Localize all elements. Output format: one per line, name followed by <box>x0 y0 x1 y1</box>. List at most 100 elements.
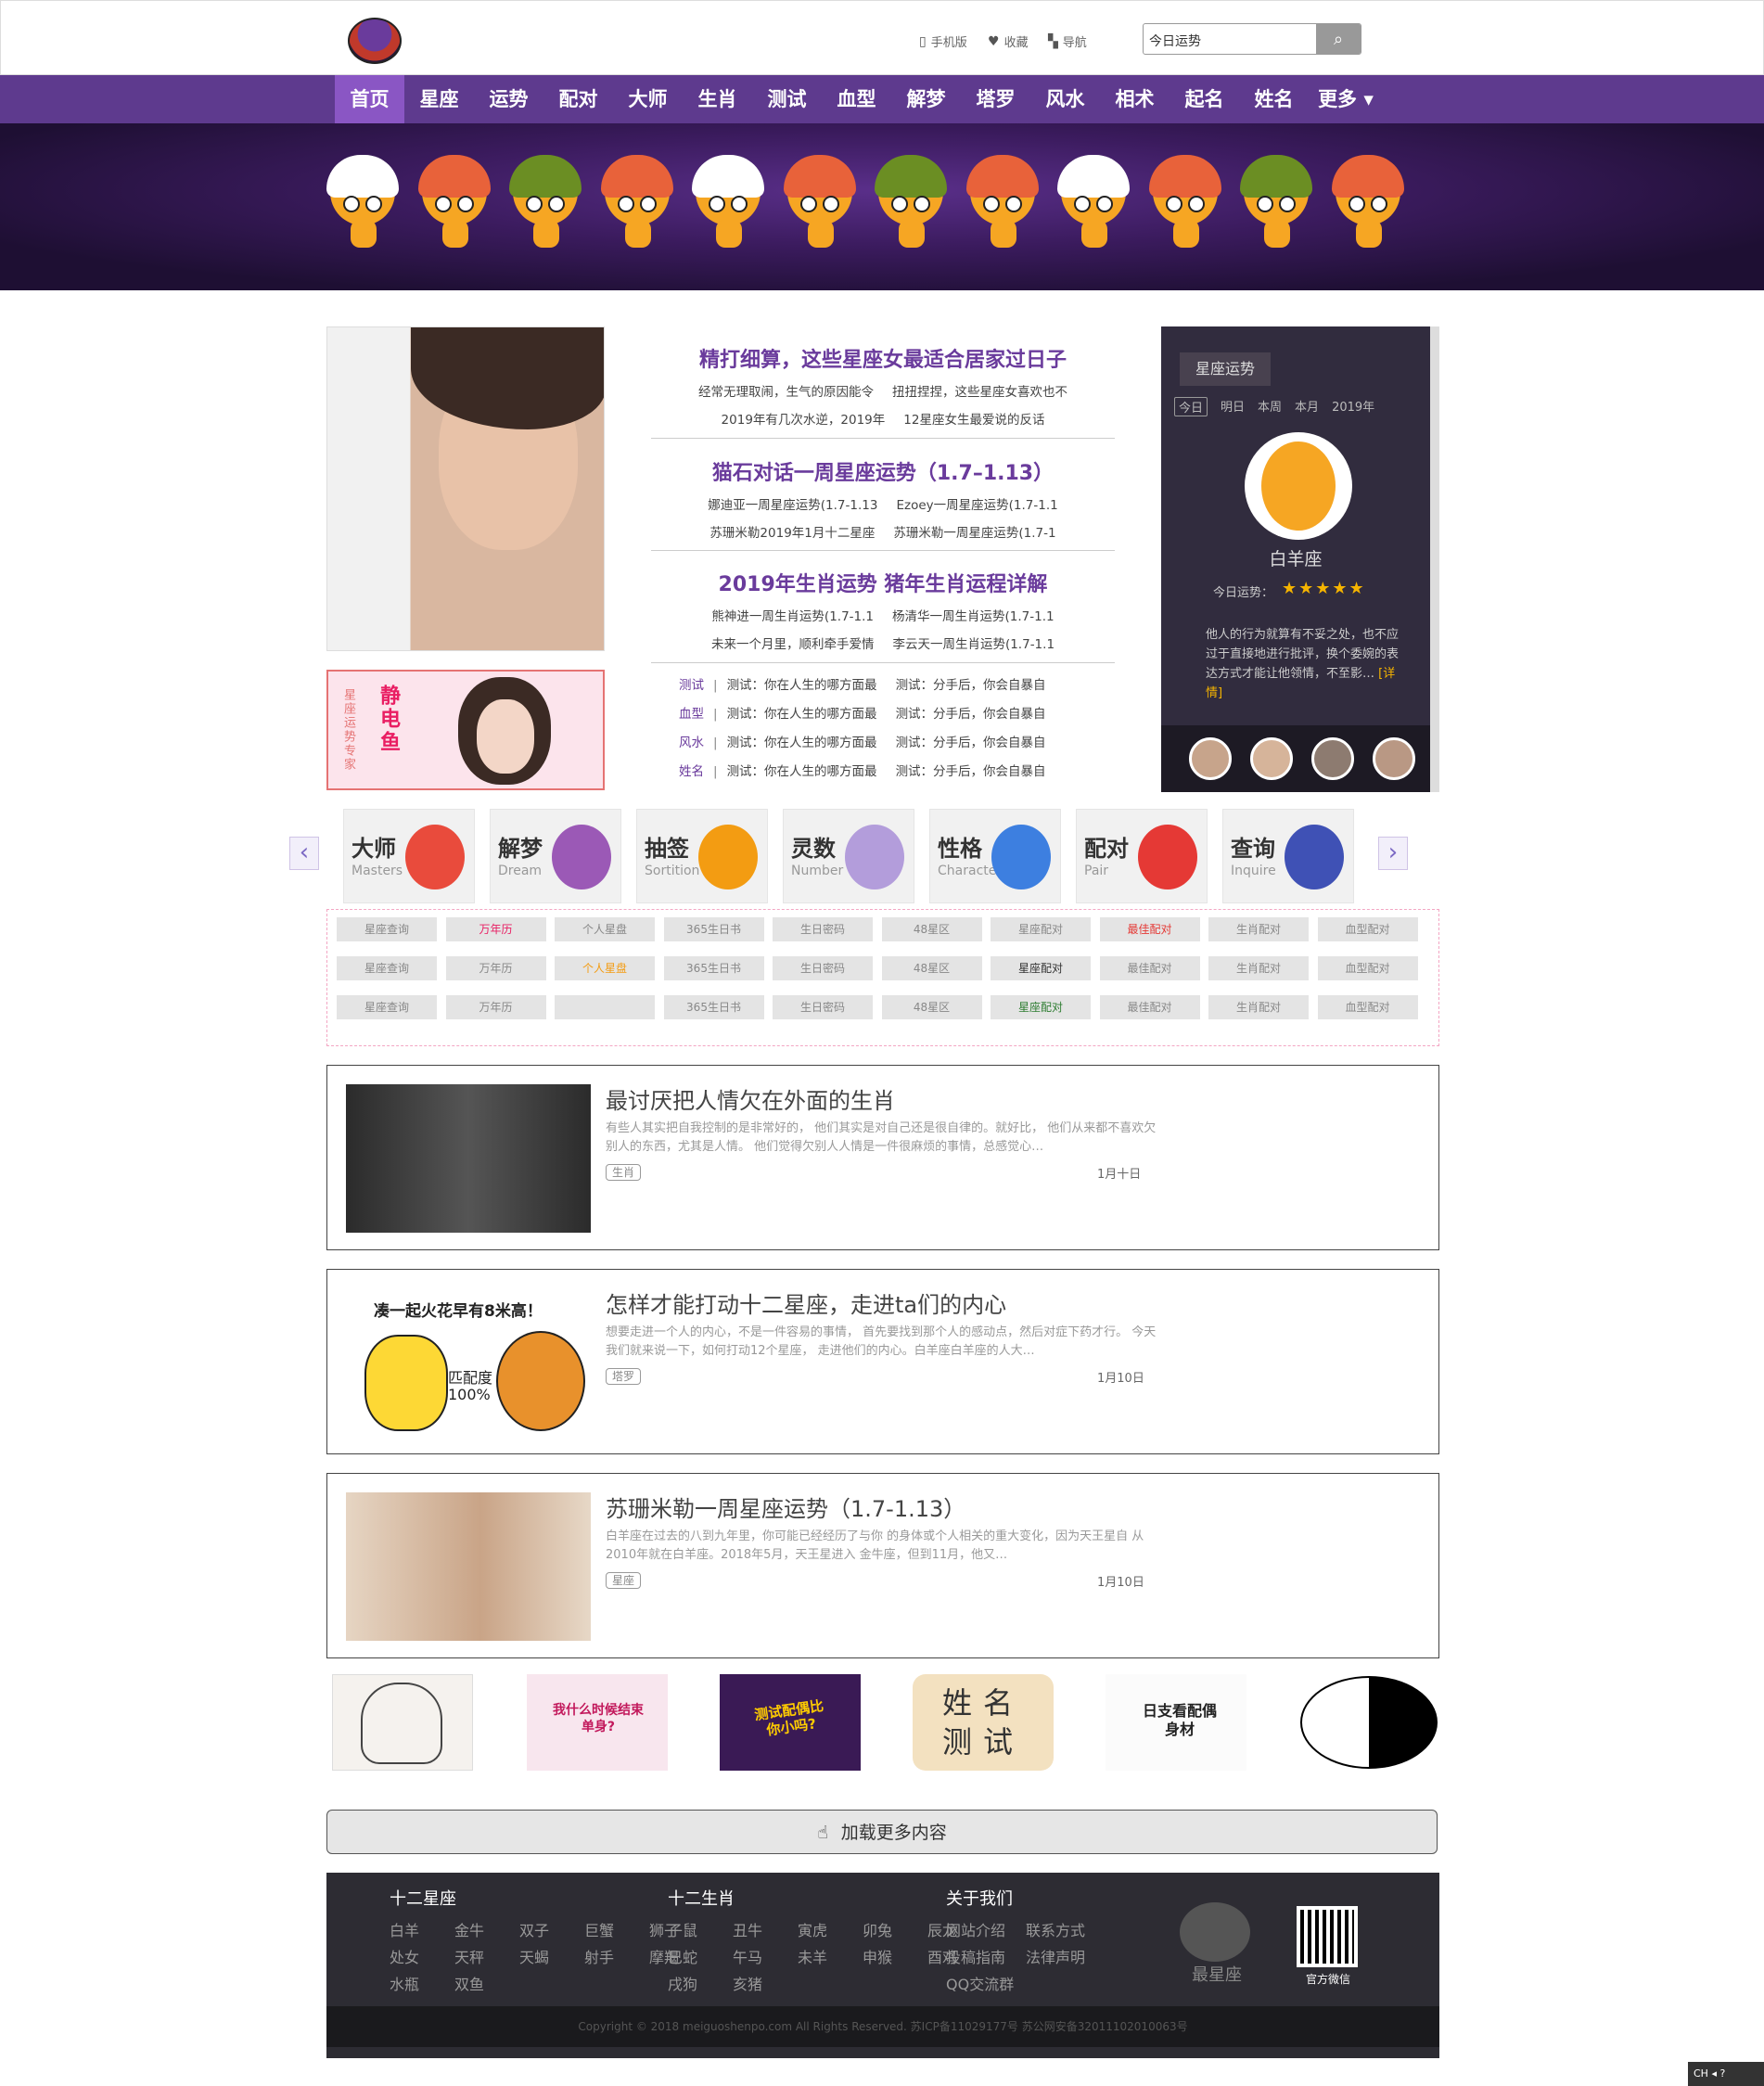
footer-link[interactable]: 子鼠 <box>668 1917 733 1944</box>
grid-link[interactable]: 个人星盘 <box>555 956 655 980</box>
zodiac-mascot[interactable] <box>965 155 1039 248</box>
feature-photo[interactable] <box>326 326 605 651</box>
nav-item-jiemeng[interactable]: 解梦 <box>891 75 961 123</box>
grid-link[interactable]: 生日密码 <box>773 995 873 1019</box>
tab-year[interactable]: 2019年 <box>1332 397 1374 416</box>
thumb-single-quiz[interactable]: 我什么时候结束单身? <box>527 1674 668 1771</box>
footer-link[interactable]: 戌狗 <box>668 1971 733 1998</box>
mobile-link[interactable]: ▯ 手机版 <box>919 32 967 51</box>
grid-link[interactable]: 万年历 <box>445 917 546 941</box>
zodiac-mascot[interactable] <box>1057 155 1130 248</box>
nav-item-fengshui[interactable]: 风水 <box>1030 75 1100 123</box>
footer-link[interactable]: 双子 <box>519 1917 584 1944</box>
news-link[interactable]: 娜迪亚一周星座运势(1.7-1.13 <box>708 498 877 513</box>
expert-promo[interactable]: 星座运势专家 静电鱼 <box>326 670 605 790</box>
thumb-palmistry[interactable] <box>332 1674 473 1771</box>
nav-item-xuexing[interactable]: 血型 <box>822 75 891 123</box>
tag-item[interactable]: 测试：你在人生的哪方面最 <box>727 764 877 779</box>
grid-link[interactable]: 血型配对 <box>1317 995 1418 1019</box>
nav-item-xingzuo[interactable]: 星座 <box>404 75 474 123</box>
footer-link[interactable]: 双鱼 <box>454 1971 519 1998</box>
tag-item[interactable]: 测试：你在人生的哪方面最 <box>727 678 877 693</box>
tag-item[interactable]: 测试：分手后，你会自暴自 <box>896 707 1046 722</box>
footer-link[interactable]: 巨蟹 <box>584 1917 649 1944</box>
article-card[interactable]: 苏珊米勒一周星座运势（1.7-1.13） 白羊座在过去的八到九年里，你可能已经经… <box>326 1473 1439 1658</box>
zodiac-mascot[interactable] <box>326 155 399 248</box>
footer-link[interactable]: 网站介绍 <box>946 1917 1026 1944</box>
grid-link[interactable]: 48星区 <box>881 917 982 941</box>
avatar[interactable] <box>1250 737 1293 780</box>
avatar[interactable] <box>1189 737 1232 780</box>
footer-link[interactable]: 投稿指南 <box>946 1944 1026 1971</box>
footer-link[interactable]: 处女 <box>390 1944 454 1971</box>
grid-link[interactable]: 365生日书 <box>663 917 764 941</box>
grid-link[interactable]: 个人星盘 <box>555 917 655 941</box>
grid-link[interactable]: 生肖配对 <box>1208 956 1309 980</box>
news-link[interactable]: 苏珊米勒2019年1月十二星座 <box>709 526 875 541</box>
grid-link[interactable]: 生日密码 <box>773 956 873 980</box>
footer-link[interactable]: 午马 <box>733 1944 798 1971</box>
category-card[interactable]: 灵数 Number <box>783 809 914 903</box>
footer-link[interactable]: 寅虎 <box>798 1917 863 1944</box>
news-title[interactable]: 精打细算，这些星座女最适合居家过日子 <box>651 343 1115 373</box>
grid-link[interactable]: 万年历 <box>445 995 546 1019</box>
article-card[interactable]: 凑一起火花早有8米高！ 匹配度 100% 怎样才能打动十二星座，走进ta们的内心… <box>326 1269 1439 1454</box>
article-image[interactable] <box>346 1084 591 1233</box>
grid-link[interactable]: 星座查询 <box>337 995 437 1019</box>
thumb-spouse-age[interactable]: 测试配偶比你小吗? <box>720 1674 861 1771</box>
thumb-yinyang[interactable] <box>1298 1674 1439 1771</box>
sign-name[interactable]: 白羊座 <box>1161 545 1430 570</box>
nav-item-qiming[interactable]: 起名 <box>1170 75 1239 123</box>
zodiac-mascot[interactable] <box>692 155 764 248</box>
tag-link[interactable]: 姓名 <box>679 764 704 779</box>
article-image[interactable]: 凑一起火花早有8米高！ 匹配度 100% <box>346 1288 591 1437</box>
article-tag[interactable]: 生肖 <box>606 1164 642 1181</box>
grid-link[interactable]: 48星区 <box>881 995 982 1019</box>
favorite-link[interactable]: ♥ 收藏 <box>988 32 1029 51</box>
news-link[interactable]: 未来一个月里，顺利牵手爱情 <box>711 637 875 652</box>
category-card[interactable]: 解梦 Dream <box>490 809 621 903</box>
footer-link[interactable]: 亥猪 <box>733 1971 798 1998</box>
zodiac-mascot[interactable] <box>600 155 673 248</box>
footer-link[interactable]: 射手 <box>584 1944 649 1971</box>
grid-link[interactable]: 生肖配对 <box>1208 995 1309 1019</box>
news-link[interactable]: 扭扭捏捏，这些星座女喜欢也不 <box>892 385 1067 400</box>
nav-item-dashi[interactable]: 大师 <box>613 75 683 123</box>
news-link[interactable]: Ezoey一周星座运势(1.7-1.1 <box>896 498 1057 513</box>
grid-link[interactable]: 血型配对 <box>1317 956 1418 980</box>
grid-link[interactable]: 最佳配对 <box>1099 956 1200 980</box>
navigation-link[interactable]: ▚ 导航 <box>1048 32 1087 51</box>
zodiac-mascot[interactable] <box>417 155 491 248</box>
footer-link[interactable]: 卯兔 <box>863 1917 927 1944</box>
avatar[interactable] <box>1373 737 1415 780</box>
news-link[interactable]: 熊神进一周生肖运势(1.7-1.1 <box>711 609 874 624</box>
zodiac-mascot[interactable] <box>875 155 947 248</box>
footer-link[interactable]: 金牛 <box>454 1917 519 1944</box>
grid-link[interactable]: 最佳配对 <box>1099 995 1200 1019</box>
article-title[interactable]: 苏珊米勒一周星座运势（1.7-1.13） <box>606 1491 965 1523</box>
category-card[interactable]: 抽签 Sortition <box>636 809 768 903</box>
footer-link[interactable]: 天秤 <box>454 1944 519 1971</box>
news-title[interactable]: 2019年生肖运势 猪年生肖运程详解 <box>651 568 1115 597</box>
footer-link[interactable]: QQ交流群 <box>946 1971 1026 1998</box>
carousel-prev-button[interactable]: ‹ <box>289 837 319 870</box>
nav-item-home[interactable]: 首页 <box>335 75 404 123</box>
thumb-spouse-body[interactable]: 日支看配偶身材 <box>1106 1674 1246 1771</box>
grid-link[interactable]: 血型配对 <box>1317 917 1418 941</box>
nav-item-xingming[interactable]: 姓名 <box>1239 75 1309 123</box>
grid-link[interactable]: 最佳配对 <box>1099 917 1200 941</box>
grid-link[interactable]: 星座配对 <box>991 917 1091 941</box>
grid-link[interactable]: 万年历 <box>445 956 546 980</box>
tag-link[interactable]: 风水 <box>679 736 704 750</box>
article-image[interactable] <box>346 1492 591 1641</box>
footer-link[interactable]: 丑牛 <box>733 1917 798 1944</box>
nav-item-peidui[interactable]: 配对 <box>543 75 613 123</box>
grid-link[interactable]: 星座查询 <box>337 917 437 941</box>
news-link[interactable]: 12星座女生最爱说的反话 <box>903 413 1044 428</box>
nav-item-xiangshu[interactable]: 相术 <box>1100 75 1170 123</box>
footer-link[interactable]: 未羊 <box>798 1944 863 1971</box>
tab-today[interactable]: 今日 <box>1174 397 1208 416</box>
news-link[interactable]: 经常无理取闹，生气的原因能令 <box>698 385 874 400</box>
tag-item[interactable]: 测试：你在人生的哪方面最 <box>727 707 877 722</box>
footer-link[interactable]: 法律声明 <box>1026 1944 1106 1971</box>
